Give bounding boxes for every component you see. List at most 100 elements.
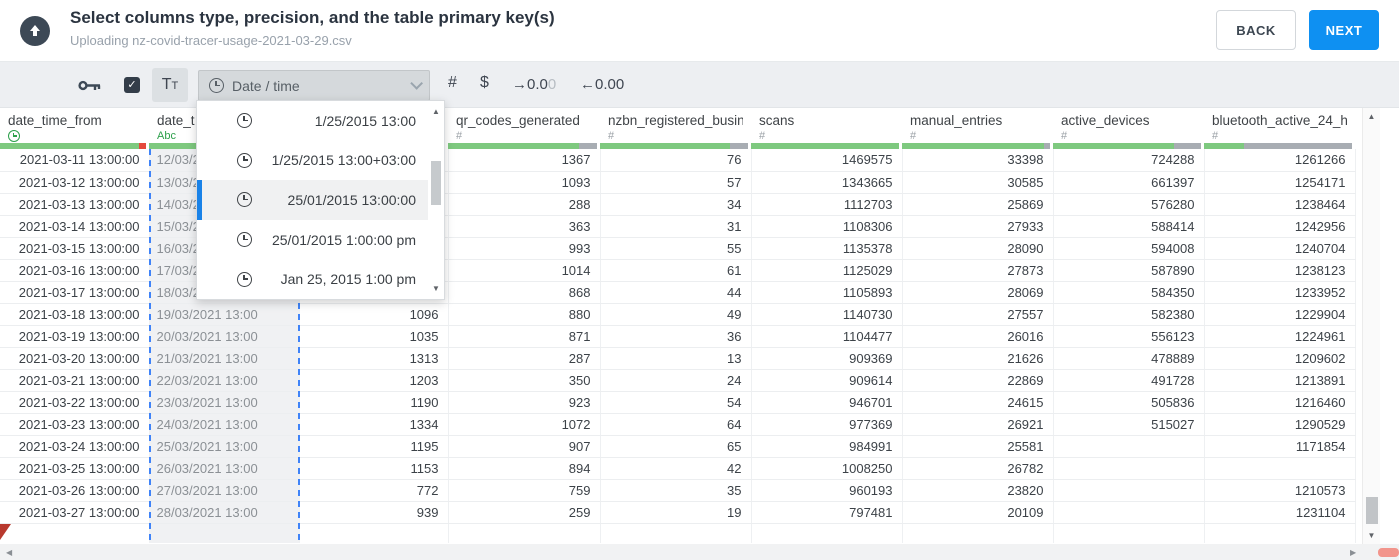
table-cell[interactable]: 939 [299, 501, 449, 524]
table-cell[interactable]: 25581 [902, 435, 1054, 458]
table-cell[interactable]: 868 [448, 281, 601, 304]
table-cell[interactable]: 2021-03-16 13:00:00 [0, 259, 150, 282]
table-cell[interactable]: 25/03/2021 13:00 [149, 435, 300, 458]
table-cell[interactable] [299, 523, 449, 543]
table-cell[interactable] [448, 523, 601, 543]
table-cell[interactable]: 33398 [902, 149, 1054, 172]
text-type-button[interactable]: Tt [152, 68, 188, 102]
table-cell[interactable] [1053, 501, 1205, 524]
table-cell[interactable]: 55 [600, 237, 752, 260]
table-cell[interactable]: 2021-03-22 13:00:00 [0, 391, 150, 414]
dropdown-scroll-thumb[interactable] [431, 161, 441, 205]
column-header[interactable]: qr_codes_generated # [448, 108, 600, 143]
table-cell[interactable]: 505836 [1053, 391, 1205, 414]
table-cell[interactable] [1204, 523, 1356, 543]
table-cell[interactable]: 1261266 [1204, 149, 1356, 172]
primary-key-icon[interactable] [78, 79, 102, 92]
table-cell[interactable]: 2021-03-26 13:00:00 [0, 479, 150, 502]
table-cell[interactable]: 30585 [902, 171, 1054, 194]
format-option[interactable]: 25/01/2015 1:00:00 pm [197, 220, 430, 260]
table-cell[interactable]: 1233952 [1204, 281, 1356, 304]
table-cell[interactable]: 13 [600, 347, 752, 370]
table-cell[interactable]: 65 [600, 435, 752, 458]
table-cell[interactable]: 2021-03-24 13:00:00 [0, 435, 150, 458]
table-cell[interactable]: 772 [299, 479, 449, 502]
currency-type-button[interactable]: $ [480, 74, 489, 92]
format-option[interactable]: 25/01/2015 13:00:00 [197, 180, 430, 220]
table-cell[interactable]: 923 [448, 391, 601, 414]
table-cell[interactable]: 1209602 [1204, 347, 1356, 370]
table-cell[interactable]: 26782 [902, 457, 1054, 480]
table-cell[interactable]: 35 [600, 479, 752, 502]
table-cell[interactable]: 2021-03-25 13:00:00 [0, 457, 150, 480]
table-cell[interactable]: 1229904 [1204, 303, 1356, 326]
table-cell[interactable]: 23820 [902, 479, 1054, 502]
column-header[interactable]: bluetooth_active_24_hr_ # [1204, 108, 1355, 143]
table-cell[interactable]: 797481 [751, 501, 903, 524]
scroll-down-icon[interactable]: ▼ [1363, 531, 1380, 540]
table-cell[interactable]: 1242956 [1204, 215, 1356, 238]
scroll-down-icon[interactable]: ▼ [428, 284, 444, 293]
table-cell[interactable]: 61 [600, 259, 752, 282]
table-cell[interactable]: 287 [448, 347, 601, 370]
table-cell[interactable]: 2021-03-17 13:00:00 [0, 281, 150, 304]
table-cell[interactable]: 1216460 [1204, 391, 1356, 414]
scroll-left-icon[interactable]: ◀ [6, 548, 12, 557]
table-cell[interactable]: 1104477 [751, 325, 903, 348]
table-cell[interactable]: 28090 [902, 237, 1054, 260]
table-cell[interactable]: 1290529 [1204, 413, 1356, 436]
column-header[interactable]: manual_entries # [902, 108, 1053, 143]
table-cell[interactable]: 1469575 [751, 149, 903, 172]
format-option[interactable]: 1/25/2015 13:00 [197, 101, 430, 141]
table-cell[interactable]: 1203 [299, 369, 449, 392]
table-cell[interactable]: 49 [600, 303, 752, 326]
table-cell[interactable]: 1334 [299, 413, 449, 436]
table-cell[interactable]: 27/03/2021 13:00 [149, 479, 300, 502]
next-button[interactable]: NEXT [1309, 10, 1379, 50]
table-cell[interactable]: 556123 [1053, 325, 1205, 348]
table-cell[interactable]: 909614 [751, 369, 903, 392]
table-cell[interactable]: 76 [600, 149, 752, 172]
table-cell[interactable]: 2021-03-13 13:00:00 [0, 193, 150, 216]
table-cell[interactable]: 1238464 [1204, 193, 1356, 216]
table-cell[interactable]: 26/03/2021 13:00 [149, 457, 300, 480]
table-cell[interactable]: 36 [600, 325, 752, 348]
table-cell[interactable]: 661397 [1053, 171, 1205, 194]
table-cell[interactable]: 2021-03-14 13:00:00 [0, 215, 150, 238]
vertical-scroll-thumb[interactable] [1366, 497, 1378, 524]
table-cell[interactable] [1053, 435, 1205, 458]
column-header[interactable]: active_devices # [1053, 108, 1204, 143]
dropdown-scrollbar[interactable]: ▲ ▼ [428, 101, 444, 299]
table-cell[interactable]: 1112703 [751, 193, 903, 216]
table-cell[interactable]: 1008250 [751, 457, 903, 480]
table-cell[interactable]: 984991 [751, 435, 903, 458]
table-cell[interactable]: 2021-03-27 13:00:00 [0, 501, 150, 524]
table-cell[interactable]: 1224961 [1204, 325, 1356, 348]
table-cell[interactable]: 26016 [902, 325, 1054, 348]
table-cell[interactable]: 23/03/2021 13:00 [149, 391, 300, 414]
table-cell[interactable]: 42 [600, 457, 752, 480]
table-cell[interactable] [1053, 457, 1205, 480]
table-cell[interactable]: 57 [600, 171, 752, 194]
table-cell[interactable]: 1240704 [1204, 237, 1356, 260]
scroll-up-icon[interactable]: ▲ [428, 107, 444, 116]
table-cell[interactable]: 34 [600, 193, 752, 216]
table-cell[interactable]: 24 [600, 369, 752, 392]
table-cell[interactable]: 2021-03-19 13:00:00 [0, 325, 150, 348]
table-cell[interactable]: 515027 [1053, 413, 1205, 436]
table-cell[interactable]: 907 [448, 435, 601, 458]
table-cell[interactable] [1053, 523, 1205, 543]
table-cell[interactable]: 2021-03-12 13:00:00 [0, 171, 150, 194]
table-cell[interactable]: 1254171 [1204, 171, 1356, 194]
table-cell[interactable]: 2021-03-21 13:00:00 [0, 369, 150, 392]
vertical-scrollbar[interactable]: ▲ ▼ [1362, 108, 1380, 544]
table-cell[interactable]: 1014 [448, 259, 601, 282]
increase-decimal-button[interactable]: ←0.00 [580, 76, 624, 93]
table-cell[interactable]: 19/03/2021 13:00 [149, 303, 300, 326]
table-cell[interactable]: 1313 [299, 347, 449, 370]
scroll-up-icon[interactable]: ▲ [1363, 112, 1380, 121]
table-cell[interactable]: 2021-03-23 13:00:00 [0, 413, 150, 436]
table-cell[interactable]: 1108306 [751, 215, 903, 238]
table-cell[interactable]: 1231104 [1204, 501, 1356, 524]
format-option[interactable]: 1/25/2015 13:00+03:00 [197, 141, 430, 181]
